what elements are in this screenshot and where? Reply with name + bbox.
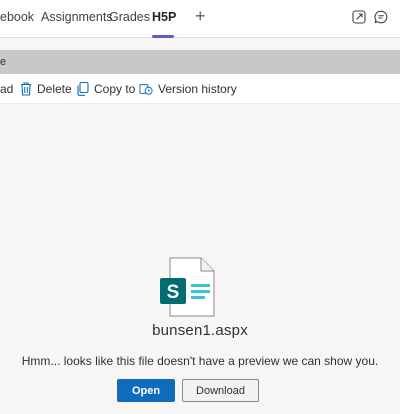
file-name: bunsen1.aspx: [152, 322, 248, 339]
open-button[interactable]: Open: [117, 379, 175, 402]
file-command-bar: ad Delete Copy to Version history: [0, 74, 400, 104]
sharepoint-page-file-icon: S: [160, 257, 215, 317]
tab-grades[interactable]: Grades: [109, 10, 150, 24]
copy-icon[interactable]: [76, 81, 90, 97]
version-history-icon[interactable]: [139, 81, 153, 97]
command-partial[interactable]: ad: [0, 82, 13, 96]
delete-button[interactable]: Delete: [37, 82, 72, 96]
tab-h5p[interactable]: H5P: [152, 10, 176, 24]
file-icon-letter: S: [167, 282, 180, 303]
popout-icon[interactable]: [352, 10, 366, 24]
chat-icon[interactable]: [374, 10, 388, 24]
plus-icon[interactable]: +: [195, 7, 206, 25]
download-button[interactable]: Download: [182, 379, 259, 402]
copy-to-button[interactable]: Copy to: [94, 82, 135, 96]
trash-icon[interactable]: [19, 81, 33, 97]
document-header-band: e: [0, 50, 400, 74]
tab-assignments[interactable]: Assignments: [41, 10, 113, 24]
tab-notebook[interactable]: ebook: [0, 10, 34, 24]
active-tab-indicator: [152, 35, 174, 38]
no-preview-message: Hmm... looks like this file doesn't have…: [21, 354, 379, 368]
document-header-text: e: [0, 56, 7, 68]
app-tab-bar: ebook Assignments Grades H5P +: [0, 0, 400, 38]
version-history-button[interactable]: Version history: [158, 82, 237, 96]
